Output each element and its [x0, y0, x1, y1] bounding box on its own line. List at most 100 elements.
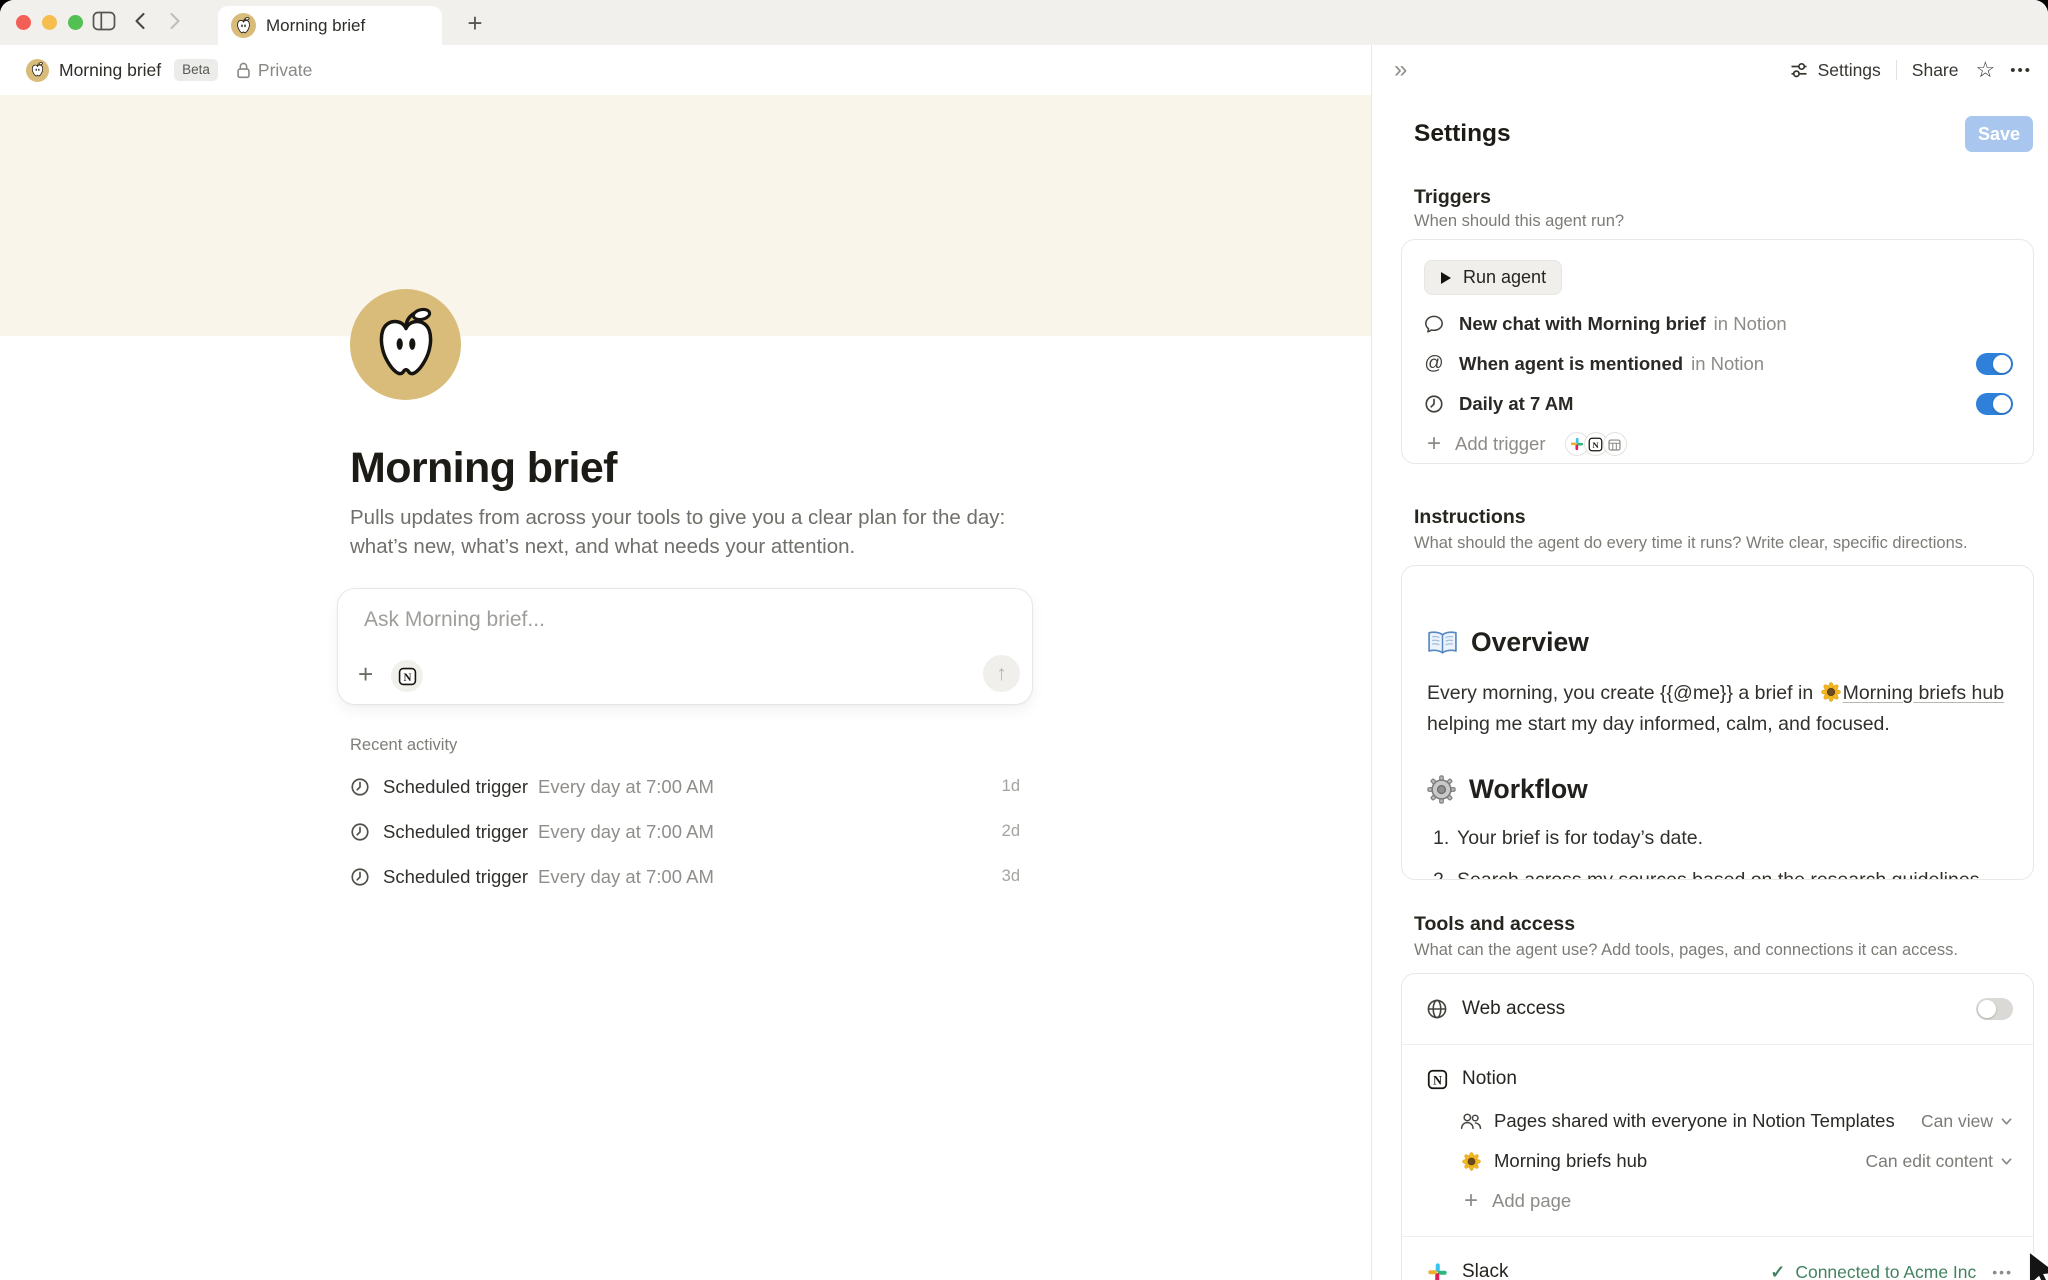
notion-context-button[interactable] [391, 660, 423, 692]
notion-icon [1426, 1068, 1448, 1090]
notion-row[interactable]: Notion [1426, 1057, 2013, 1101]
agent-avatar[interactable] [350, 289, 461, 400]
panel-title: Settings [1414, 120, 1511, 148]
page-description: Pulls updates from across your tools to … [350, 503, 1150, 561]
workflow-title: Workflow [1469, 774, 1588, 805]
notion-page-row[interactable]: Pages shared with everyone in Notion Tem… [1426, 1101, 2013, 1141]
hub-page-link[interactable]: Morning briefs hub [1843, 682, 2005, 704]
web-access-row[interactable]: Web access [1402, 974, 2033, 1045]
triggers-heading: Triggers [1414, 186, 1491, 209]
permission-dropdown[interactable]: Can view [1921, 1111, 2013, 1132]
play-icon [1440, 271, 1452, 285]
notion-page-row[interactable]: Morning briefs hub Can edit content [1426, 1141, 2013, 1181]
mention-trigger-toggle[interactable] [1976, 353, 2013, 375]
settings-panel: » Settings Share ☆ ••• [1371, 45, 2048, 1280]
instructions-heading: Instructions [1414, 506, 1526, 529]
new-tab-button[interactable]: + [458, 6, 492, 40]
agent-chat-box[interactable]: Ask Morning brief... + ↑ [337, 588, 1033, 705]
activity-row[interactable]: Scheduled trigger Every day at 7:00 AM 2… [350, 809, 1020, 854]
workflow-step: 2. Search across my sources based on the… [1427, 866, 2007, 880]
slack-options-icon[interactable]: ••• [1992, 1264, 2013, 1280]
chat-bubble-icon [1424, 314, 1444, 334]
maximize-window-button[interactable] [68, 15, 83, 30]
plus-icon: + [1460, 1187, 1482, 1215]
notion-access-section: Notion Pages shared with everyone in Not… [1402, 1045, 2033, 1237]
page-label: Morning briefs hub [1494, 1150, 1647, 1172]
recent-activity-label: Recent activity [350, 736, 1020, 755]
activity-detail: Every day at 7:00 AM [538, 776, 714, 798]
collapse-panel-icon[interactable]: » [1394, 56, 1407, 84]
privacy-label: Private [258, 60, 312, 81]
web-access-toggle[interactable] [1976, 998, 2013, 1020]
sunflower-icon [1460, 1151, 1482, 1171]
workflow-list: 1. Your brief is for today’s date. 2. Se… [1427, 824, 2007, 880]
forward-icon[interactable] [168, 11, 182, 31]
sidebar-toggle-icon[interactable] [92, 11, 116, 31]
save-button[interactable]: Save [1965, 116, 2033, 152]
overview-title: Overview [1471, 627, 1589, 658]
minimize-window-button[interactable] [42, 15, 57, 30]
breadcrumb-title[interactable]: Morning brief [59, 60, 161, 81]
add-page-label: Add page [1492, 1190, 1571, 1212]
more-options-icon[interactable]: ••• [2010, 62, 2032, 79]
activity-row[interactable]: Scheduled trigger Every day at 7:00 AM 1… [350, 764, 1020, 809]
mouse-cursor [2027, 1249, 2048, 1280]
share-button[interactable]: Share [1912, 60, 1959, 81]
beta-badge: Beta [174, 59, 218, 81]
overview-paragraph: Every morning, you create {{@me}} a brie… [1427, 679, 2031, 738]
run-agent-button[interactable]: Run agent [1424, 260, 1562, 295]
overview-text: helping me start my day informed, calm, … [1427, 713, 1890, 735]
sliders-icon [1789, 60, 1809, 80]
at-icon: @ [1424, 354, 1444, 374]
send-button[interactable]: ↑ [983, 655, 1020, 692]
activity-detail: Every day at 7:00 AM [538, 866, 714, 888]
add-trigger-button[interactable]: + Add trigger [1424, 424, 2013, 464]
tab-title: Morning brief [266, 16, 365, 36]
trigger-label: When agent is mentioned [1459, 353, 1683, 375]
trigger-context: in Notion [1714, 313, 1787, 335]
chevron-down-icon [2000, 1116, 2013, 1127]
chevron-down-icon [2000, 1156, 2013, 1167]
activity-time: 1d [1002, 777, 1020, 796]
app-window: Morning brief + Morning brief Beta Priva… [0, 0, 2048, 1280]
back-icon[interactable] [133, 11, 147, 31]
close-window-button[interactable] [16, 15, 31, 30]
trigger-row-new-chat[interactable]: New chat with Morning brief in Notion [1424, 304, 2013, 344]
page-description-line: what’s new, what’s next, and what needs … [350, 532, 1150, 561]
step-number: 2. [1427, 866, 1457, 880]
activity-time: 2d [1002, 822, 1020, 841]
permission-dropdown[interactable]: Can edit content [1866, 1151, 2013, 1172]
lock-icon [236, 61, 251, 80]
sunflower-icon [1821, 682, 1841, 710]
triggers-subtitle: When should this agent run? [1414, 212, 1624, 231]
add-page-button[interactable]: + Add page [1426, 1181, 2013, 1221]
arrow-up-icon: ↑ [996, 662, 1007, 686]
workflow-heading: Workflow [1427, 771, 2007, 807]
clock-icon [350, 867, 370, 887]
activity-time: 3d [1002, 867, 1020, 886]
step-text: Your brief is for today’s date. [1457, 824, 1703, 852]
web-access-label: Web access [1462, 998, 1565, 1020]
attach-plus-icon[interactable]: + [358, 661, 373, 687]
slack-icon [1426, 1261, 1448, 1280]
trigger-row-daily[interactable]: Daily at 7 AM [1424, 384, 2013, 424]
trigger-context: in Notion [1691, 353, 1764, 375]
overview-heading: Overview [1427, 624, 2007, 660]
slack-row[interactable]: Slack ✓ Connected to Acme Inc ••• [1402, 1237, 2033, 1280]
check-icon: ✓ [1770, 1262, 1785, 1280]
permission-label: Can edit content [1866, 1151, 1993, 1172]
recent-activity: Recent activity Scheduled trigger Every … [350, 736, 1020, 899]
agent-chat-input[interactable]: Ask Morning brief... [364, 608, 545, 632]
slack-label: Slack [1462, 1261, 1508, 1280]
tab-morning-brief[interactable]: Morning brief [218, 6, 442, 45]
activity-row[interactable]: Scheduled trigger Every day at 7:00 AM 3… [350, 854, 1020, 899]
trigger-row-mentioned[interactable]: @ When agent is mentioned in Notion [1424, 344, 2013, 384]
daily-trigger-toggle[interactable] [1976, 393, 2013, 415]
overview-text: Every morning, you create {{@me}} a brie… [1427, 682, 1813, 704]
privacy-indicator[interactable]: Private [236, 60, 312, 81]
gear-icon [1427, 775, 1456, 804]
settings-view-button[interactable]: Settings [1789, 60, 1881, 81]
instructions-editor[interactable]: Overview Every morning, you create {{@me… [1401, 565, 2034, 880]
settings-view-label: Settings [1818, 60, 1881, 81]
favorite-star-icon[interactable]: ☆ [1976, 57, 1996, 83]
